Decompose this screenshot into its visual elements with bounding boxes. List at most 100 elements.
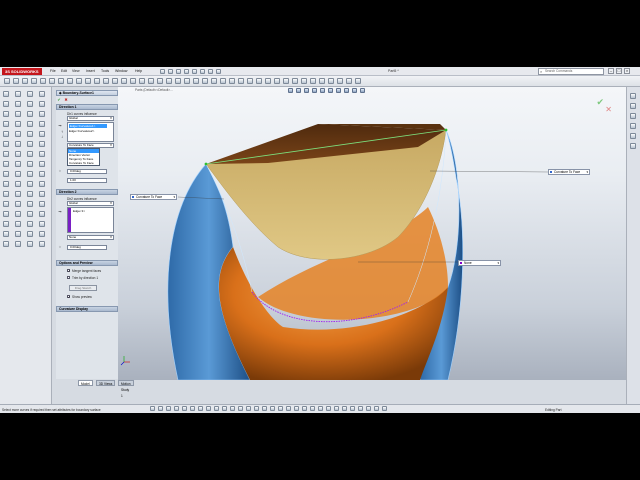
sketch-tool-icon[interactable] [39,161,45,167]
command-icon[interactable] [76,78,82,84]
sketch-tool-icon[interactable] [3,121,9,127]
sketch-tool-icon[interactable] [27,141,33,147]
search-commands-field[interactable]: ⌕ Search Commands [538,68,604,75]
sketch-tool-icon[interactable] [27,231,33,237]
minimize-button[interactable]: – [608,68,614,74]
curvature-display-header[interactable]: Curvature Display [56,306,118,312]
command-icon[interactable] [103,78,109,84]
status-tool-icon[interactable] [310,406,315,411]
sketch-tool-icon[interactable] [15,151,21,157]
sketch-tool-icon[interactable] [15,201,21,207]
command-icon[interactable] [238,78,244,84]
sketch-tool-icon[interactable] [39,221,45,227]
drag-sketch-button[interactable]: Drag Sketch [69,285,97,291]
dir2-condition-select[interactable]: None ▾ [67,235,114,240]
print-icon[interactable] [184,69,189,74]
sketch-tool-icon[interactable] [27,111,33,117]
sketch-tool-icon[interactable] [39,131,45,137]
sketch-tool-icon[interactable] [15,231,21,237]
sketch-tool-icon[interactable] [15,191,21,197]
sketch-tool-icon[interactable] [15,91,21,97]
direction1-header[interactable]: Direction 1 [56,104,118,110]
status-tool-icon[interactable] [166,406,171,411]
dir2-angle-input[interactable]: 0.00deg [67,245,107,250]
dir1-curve-item[interactable]: Edge<Curvature1> [69,124,107,128]
command-icon[interactable] [130,78,136,84]
command-icon[interactable] [121,78,127,84]
command-icon[interactable] [22,78,28,84]
sketch-tool-icon[interactable] [27,171,33,177]
status-tool-icon[interactable] [302,406,307,411]
menu-file[interactable]: File [50,69,56,73]
command-icon[interactable] [31,78,37,84]
status-tool-icon[interactable] [158,406,163,411]
command-icon[interactable] [139,78,145,84]
status-tool-icon[interactable] [286,406,291,411]
rebuild-icon[interactable] [208,69,213,74]
command-icon[interactable] [301,78,307,84]
dir1-curvature-callout-2[interactable]: Curvature To Face ▾ [548,169,590,175]
command-icon[interactable] [58,78,64,84]
dir1-curve-item[interactable]: Edge<Curvature2> [69,129,94,133]
sketch-tool-icon[interactable] [15,241,21,247]
sketch-tool-icon[interactable] [3,231,9,237]
command-icon[interactable] [49,78,55,84]
trim-direction-checkbox[interactable] [67,276,70,279]
status-tool-icon[interactable] [358,406,363,411]
command-icon[interactable] [337,78,343,84]
sketch-tool-icon[interactable] [3,211,9,217]
dir1-condition-dropdown[interactable]: None Direction Vector Tangency To Face C… [67,148,100,166]
sketch-tool-icon[interactable] [3,111,9,117]
status-tool-icon[interactable] [326,406,331,411]
dir2-influence-select[interactable]: Global ▾ [67,201,114,206]
dir1-curvature-callout[interactable]: Curvature To Face ▾ [130,194,177,200]
cancel-x-icon[interactable]: ✖ [64,98,68,102]
status-tool-icon[interactable] [254,406,259,411]
sketch-tool-icon[interactable] [27,221,33,227]
sketch-tool-icon[interactable] [39,171,45,177]
tab-3d-views[interactable]: 3D Views [96,380,116,386]
sketch-tool-icon[interactable] [39,151,45,157]
undo-icon[interactable] [192,69,197,74]
sketch-tool-icon[interactable] [15,171,21,177]
command-icon[interactable] [67,78,73,84]
sketch-tool-icon[interactable] [39,181,45,187]
sketch-tool-icon[interactable] [15,141,21,147]
sketch-tool-icon[interactable] [39,141,45,147]
sketch-tool-icon[interactable] [3,181,9,187]
dir1-weight-input[interactable]: 1.00 [67,178,107,183]
status-tool-icon[interactable] [182,406,187,411]
status-tool-icon[interactable] [350,406,355,411]
command-icon[interactable] [310,78,316,84]
status-tool-icon[interactable] [190,406,195,411]
sketch-tool-icon[interactable] [15,111,21,117]
command-icon[interactable] [247,78,253,84]
status-tool-icon[interactable] [214,406,219,411]
sketch-tool-icon[interactable] [3,161,9,167]
dir2-curves-list[interactable]: Edge<1> [67,207,114,233]
tab-motion-study[interactable]: Motion Study 1 [118,380,134,398]
sketch-tool-icon[interactable] [3,201,9,207]
dropdown-option[interactable]: Curvature To Face [68,161,99,165]
status-tool-icon[interactable] [230,406,235,411]
status-tool-icon[interactable] [174,406,179,411]
sketch-tool-icon[interactable] [27,191,33,197]
save-icon[interactable] [176,69,181,74]
command-icon[interactable] [229,78,235,84]
dir1-influence-select[interactable]: Global ▾ [67,116,114,121]
command-icon[interactable] [274,78,280,84]
command-icon[interactable] [292,78,298,84]
command-icon[interactable] [175,78,181,84]
show-preview-checkbox[interactable]: ✓ [67,295,71,299]
sketch-tool-icon[interactable] [27,131,33,137]
graphics-area[interactable]: Parts (Default<<Default>... ✔ ✕ Curvatur… [118,87,626,380]
sketch-tool-icon[interactable] [39,101,45,107]
command-icon[interactable] [166,78,172,84]
move-down-icon[interactable]: ↓ [60,135,64,139]
sketch-tool-icon[interactable] [3,151,9,157]
merge-tangent-checkbox[interactable]: ✓ [67,269,71,273]
sketch-tool-icon[interactable] [3,101,9,107]
new-icon[interactable] [160,69,165,74]
command-icon[interactable] [85,78,91,84]
sketch-tool-icon[interactable] [39,191,45,197]
